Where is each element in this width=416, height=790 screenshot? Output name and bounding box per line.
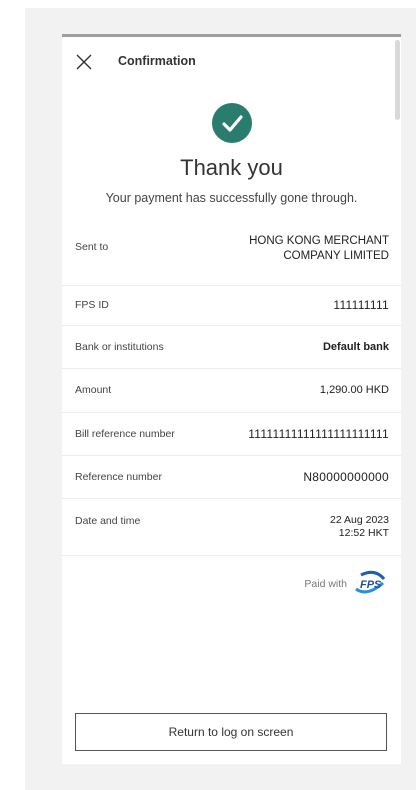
detail-label: Bill reference number xyxy=(75,428,175,440)
detail-value: 11111111111111111111111 xyxy=(248,427,389,441)
detail-row-amount: Amount 1,290.00 HKD xyxy=(62,369,401,413)
detail-row-reference: Reference number N80000000000 xyxy=(62,456,401,499)
detail-value: HONG KONG MERCHANT COMPANY LIMITED xyxy=(249,234,389,264)
success-heading: Thank you xyxy=(180,155,283,180)
detail-row-fps-id: FPS ID 111111111 xyxy=(62,286,401,326)
detail-value-line: COMPANY LIMITED xyxy=(283,250,389,262)
success-check-icon xyxy=(212,103,252,143)
detail-value: 22 Aug 2023 12:52 HKT xyxy=(330,514,389,540)
detail-value-line: 12:52 HKT xyxy=(338,527,389,539)
success-message: Your payment has successfully gone throu… xyxy=(105,191,358,205)
detail-value: 1,290.00 HKD xyxy=(319,384,389,396)
scrollbar[interactable] xyxy=(395,40,400,120)
payment-details: Sent to HONG KONG MERCHANT COMPANY LIMIT… xyxy=(62,223,401,556)
paid-with: Paid with FPS xyxy=(304,569,387,599)
svg-text:FPS: FPS xyxy=(360,579,382,591)
detail-label: Bank or institutions xyxy=(75,341,164,353)
detail-label: Sent to xyxy=(75,241,109,253)
detail-row-sent-to: Sent to HONG KONG MERCHANT COMPANY LIMIT… xyxy=(62,223,401,286)
detail-label: Reference number xyxy=(75,471,162,483)
detail-row-bank: Bank or institutions Default bank xyxy=(62,326,401,369)
detail-row-bill-reference: Bill reference number 111111111111111111… xyxy=(62,413,401,456)
header: Confirmation xyxy=(62,37,401,87)
detail-value: Default bank xyxy=(322,341,389,353)
page-title: Confirmation xyxy=(118,54,196,68)
detail-value: 111111111 xyxy=(333,298,389,312)
confirmation-card: Confirmation Thank you Your payment has … xyxy=(62,34,401,764)
detail-value: N80000000000 xyxy=(303,470,389,484)
detail-row-date-time: Date and time 22 Aug 2023 12:52 HKT xyxy=(62,499,401,556)
detail-label: FPS ID xyxy=(75,299,109,311)
detail-label: Amount xyxy=(75,384,112,396)
close-button[interactable] xyxy=(75,53,93,71)
paid-with-label: Paid with xyxy=(304,578,347,590)
close-icon xyxy=(76,54,92,70)
detail-label: Date and time xyxy=(75,515,141,527)
detail-value-line: HONG KONG MERCHANT xyxy=(249,235,389,247)
detail-value-line: 22 Aug 2023 xyxy=(330,514,389,526)
fps-logo-icon: FPS xyxy=(355,570,386,594)
return-to-logon-button[interactable]: Return to log on screen xyxy=(75,713,387,751)
